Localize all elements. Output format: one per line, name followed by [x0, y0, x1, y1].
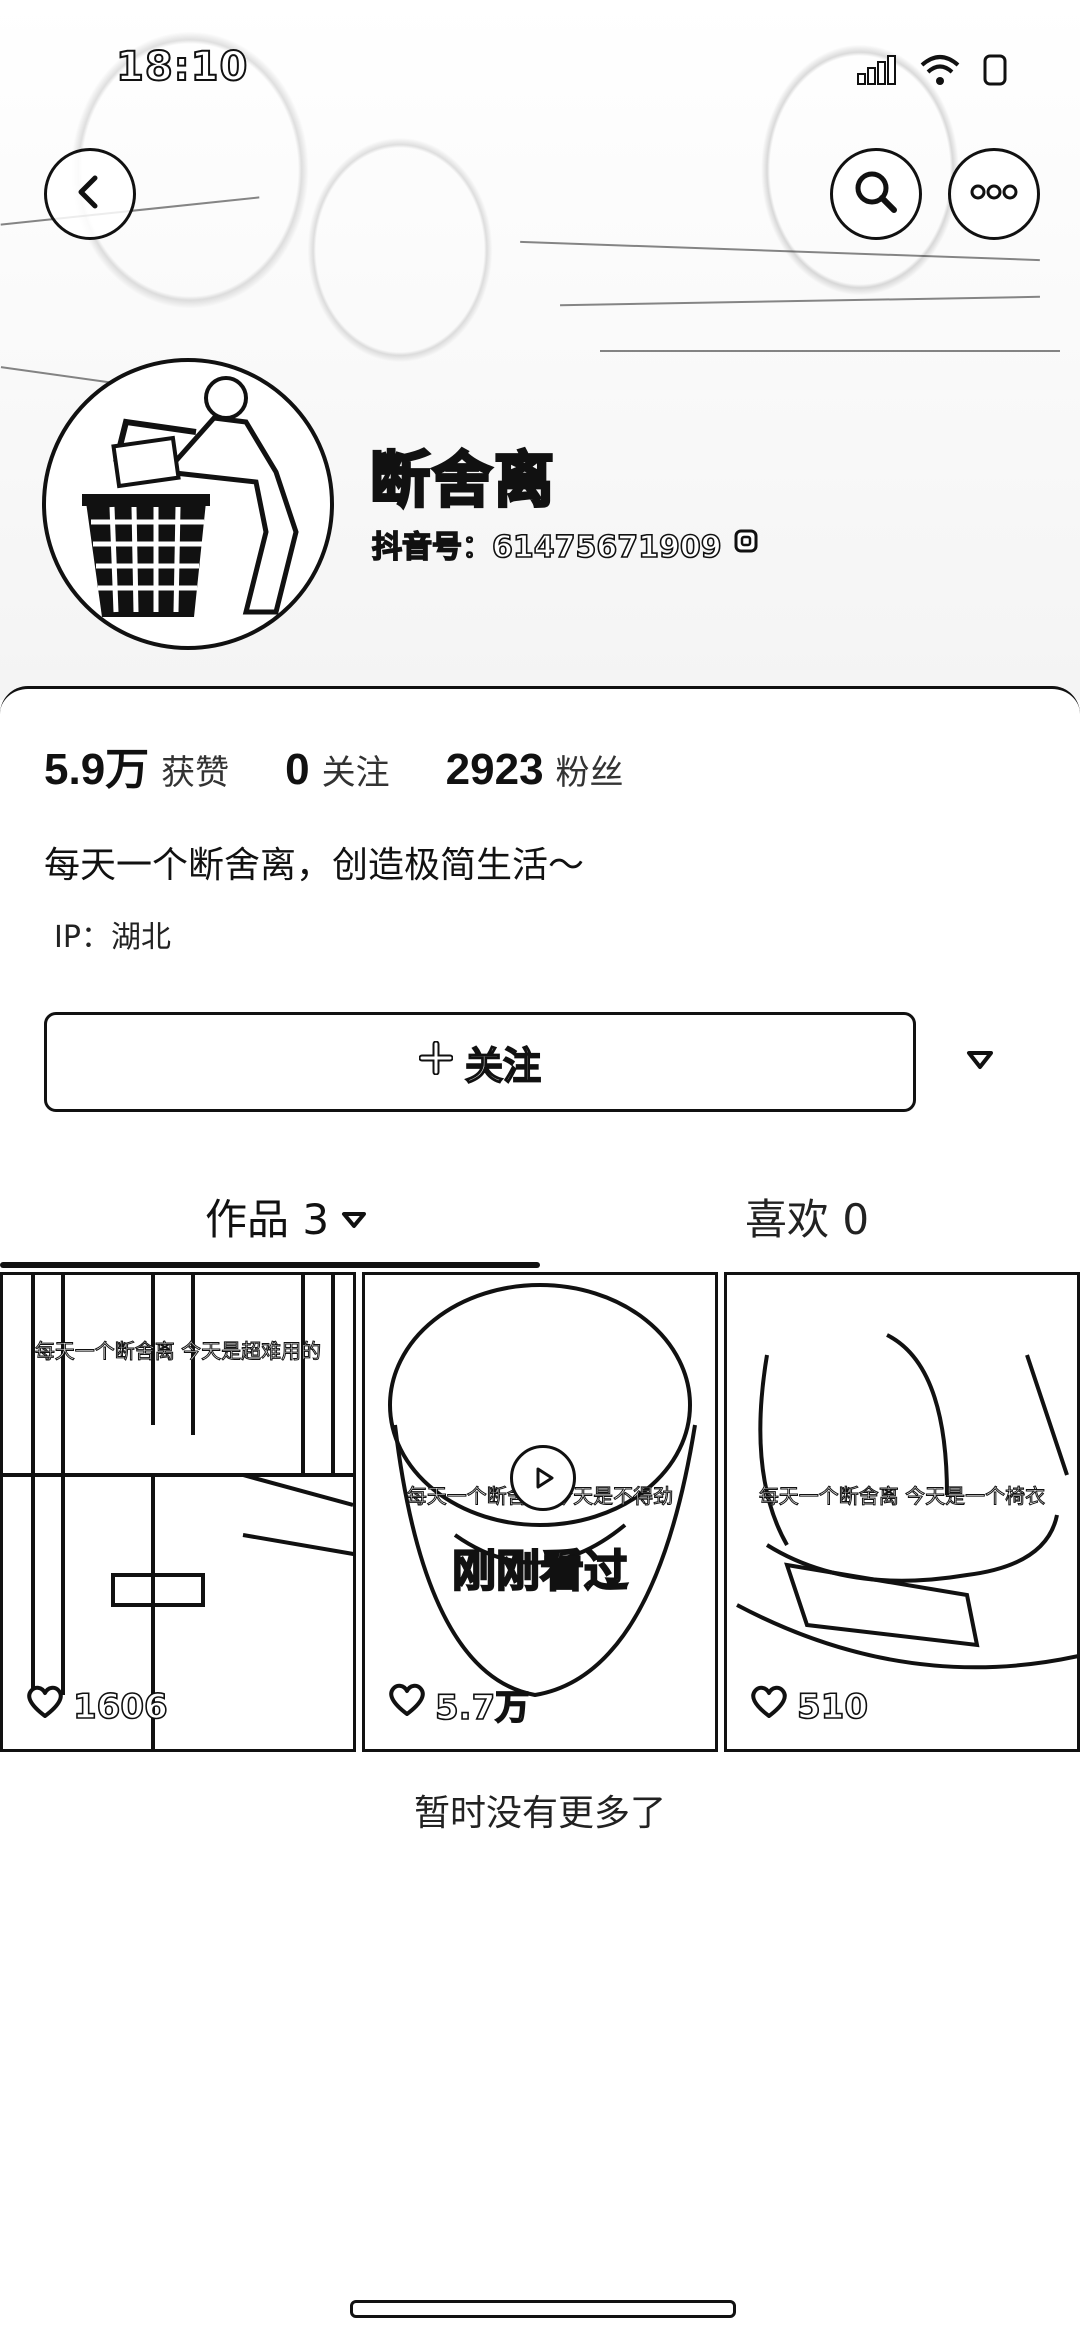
stat-followers-label: 粉丝 [555, 753, 624, 793]
chevron-left-icon [70, 172, 110, 216]
stat-followers[interactable]: 2923 粉丝 [446, 745, 624, 795]
signal-icon [856, 54, 898, 90]
profile-name: 断舍离 [369, 445, 556, 518]
recently-watched-label: 刚刚看过 [451, 1545, 629, 1598]
back-button[interactable] [44, 148, 136, 240]
stat-likes-label: 获赞 [161, 753, 230, 793]
home-indicator[interactable] [350, 2300, 736, 2318]
video-likes-count: 1606 [72, 1686, 168, 1728]
heart-icon [25, 1684, 65, 1729]
thumbnail-image [736, 1333, 1077, 1670]
copy-icon[interactable] [732, 525, 762, 563]
battery-icon [982, 52, 1010, 92]
play-icon [510, 1445, 576, 1511]
status-time: 18:10 [115, 43, 249, 91]
video-grid: 每天一个断舍离 今天是超难用的 1606 每天一个断舍离 今天是不得劲 刚刚看过… [0, 1272, 1080, 1752]
stats-row: 5.9万 获赞 0 关注 2923 粉丝 [44, 733, 680, 797]
tab-indicator [0, 1262, 540, 1268]
stat-likes[interactable]: 5.9万 获赞 [44, 733, 229, 797]
follow-button-label: 关注 [464, 1043, 542, 1089]
caret-down-icon [966, 1049, 994, 1075]
bio: 每天一个断舍离，创造极简生活～ [44, 845, 585, 886]
heart-icon [387, 1682, 427, 1727]
video-likes-count: 510 [796, 1686, 869, 1728]
no-more-content-text: 暂时没有更多了 [413, 1793, 666, 1834]
video-caption: 每天一个断舍离 今天是一个椅衣 [758, 1484, 1046, 1509]
more-button[interactable] [948, 148, 1040, 240]
trash-bin-logo [82, 376, 299, 617]
avatar[interactable] [42, 358, 334, 650]
status-icons [856, 52, 1010, 92]
douyin-id[interactable]: 抖音号：61475671909 [371, 522, 762, 566]
wifi-icon [918, 53, 962, 91]
thumbnail-image [388, 1283, 697, 1698]
stat-following[interactable]: 0 关注 [285, 745, 389, 795]
tab-works-label: 作品 3 [205, 1195, 330, 1244]
stat-likes-value: 5.9万 [44, 745, 150, 794]
stat-followers-value: 2923 [445, 745, 544, 794]
douyin-id-text: 抖音号：61475671909 [371, 529, 722, 566]
plus-icon [418, 1040, 454, 1084]
video-thumbnail[interactable]: 每天一个断舍离 今天是不得劲 刚刚看过 5.7万 [362, 1272, 718, 1752]
caret-down-icon [341, 1192, 367, 1241]
heart-icon [749, 1684, 789, 1729]
tab-likes[interactable]: 喜欢 0 [745, 1186, 869, 1247]
ip-location: IP：湖北 [54, 920, 171, 955]
search-button[interactable] [830, 148, 922, 240]
stat-following-value: 0 [285, 745, 310, 794]
tab-works[interactable]: 作品 3 [205, 1186, 367, 1247]
video-likes: 1606 [25, 1684, 168, 1729]
video-likes: 510 [749, 1684, 869, 1729]
recommend-dropdown-button[interactable] [960, 1042, 1000, 1082]
video-likes: 5.7万 [387, 1680, 530, 1729]
video-thumbnail[interactable]: 每天一个断舍离 今天是一个椅衣 510 [724, 1272, 1080, 1752]
video-caption: 每天一个断舍离 今天是超难用的 [34, 1339, 322, 1364]
more-icon [968, 182, 1020, 206]
search-icon [852, 168, 900, 220]
video-thumbnail[interactable]: 每天一个断舍离 今天是超难用的 1606 [0, 1272, 356, 1752]
video-likes-count: 5.7万 [434, 1687, 530, 1729]
stat-following-label: 关注 [321, 753, 390, 793]
follow-button[interactable]: 关注 [44, 1012, 916, 1112]
